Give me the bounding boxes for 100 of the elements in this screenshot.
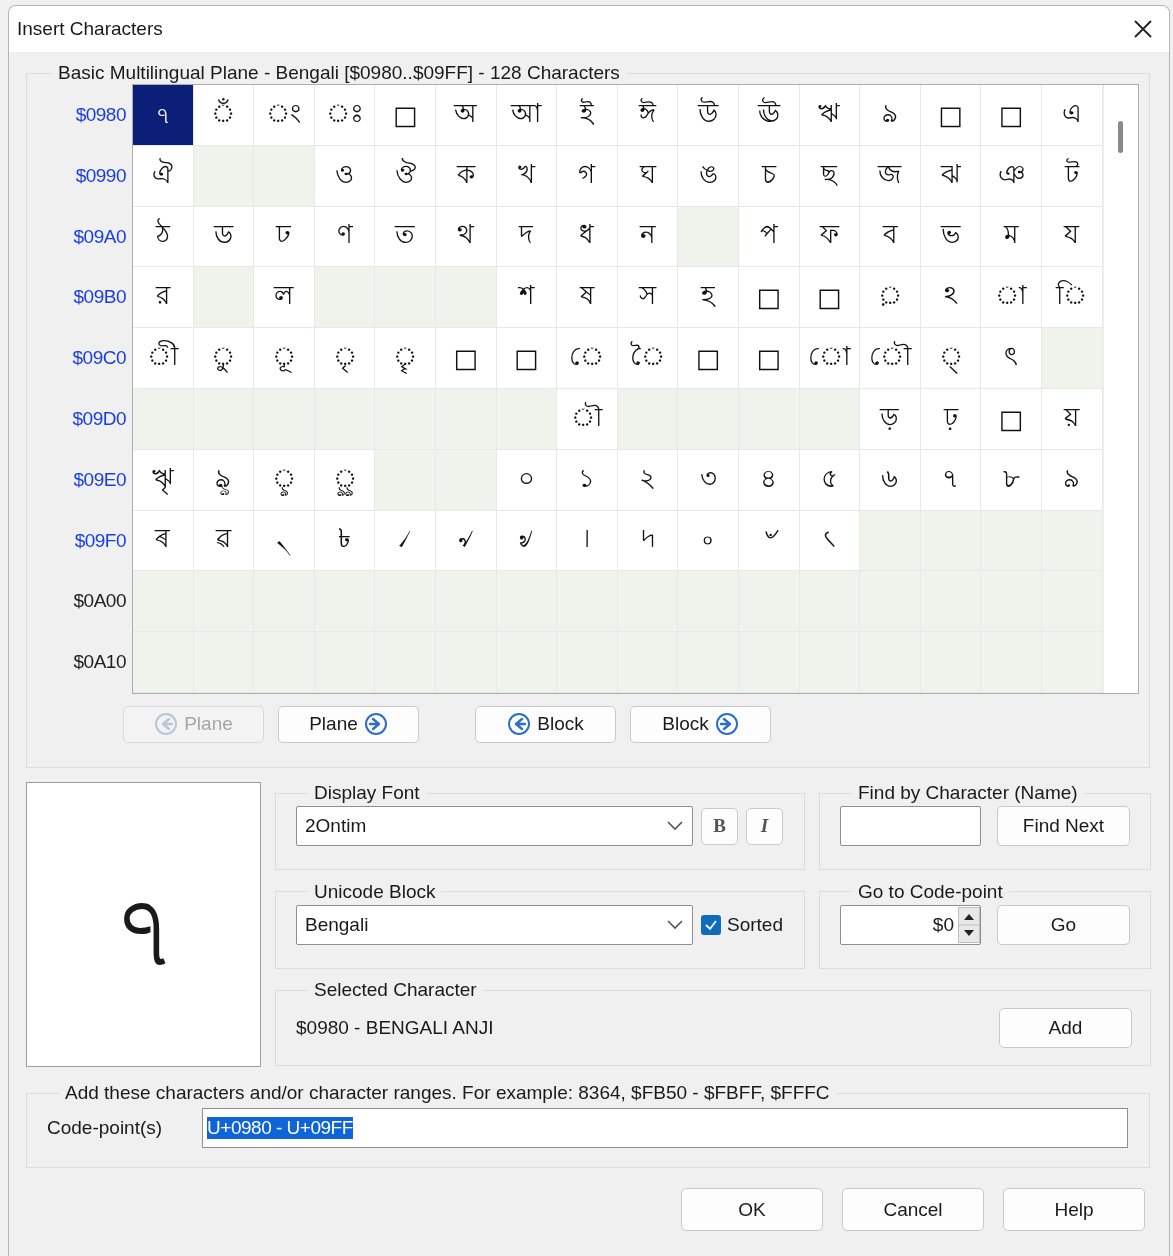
character-cell[interactable]: ঐ (133, 145, 194, 207)
character-cell[interactable]: ছ (799, 145, 861, 207)
character-cell[interactable]: □ (496, 328, 558, 389)
plane-block-nav-button[interactable]: Plane (278, 705, 419, 743)
character-cell[interactable]: ় (860, 267, 921, 329)
character-cell[interactable]: া (981, 267, 1042, 329)
character-cell[interactable]: ৠ (133, 449, 194, 511)
code-point-spin-field[interactable]: $0 (840, 904, 981, 945)
character-cell[interactable]: ঢ (254, 206, 315, 268)
character-cell[interactable]: য় (1041, 389, 1103, 450)
character-cell[interactable]: ঞ (981, 145, 1042, 207)
character-cell[interactable]: ূ (254, 328, 315, 389)
bold-button[interactable]: B (701, 807, 738, 845)
character-cell[interactable]: স (617, 267, 679, 329)
scrollbar-thumb[interactable] (1117, 121, 1123, 153)
character-cell[interactable]: ৃ (314, 328, 376, 389)
character-cell[interactable]: ী (133, 328, 194, 389)
dialog-button[interactable]: Help (1003, 1188, 1145, 1231)
character-cell[interactable]: ো (799, 328, 861, 389)
character-cell[interactable]: ও (314, 145, 376, 207)
character-cell[interactable]: উ (678, 85, 739, 146)
character-cell[interactable]: র (133, 267, 194, 329)
find-input-field[interactable] (840, 806, 981, 846)
character-cell[interactable]: ২ (617, 449, 679, 511)
character-cell[interactable]: □ (678, 328, 739, 389)
character-cell[interactable]: ঈ (617, 85, 679, 146)
character-cell[interactable]: ব (860, 206, 921, 268)
character-cell[interactable]: □ (738, 267, 800, 329)
plane-block-nav-button[interactable]: Block (630, 705, 771, 743)
character-cell[interactable]: ঙ (678, 145, 739, 207)
character-cell[interactable]: ঽ (920, 267, 982, 329)
character-cell[interactable]: □ (981, 389, 1042, 450)
character-cell[interactable]: ৮ (981, 449, 1042, 511)
character-cell[interactable]: ্ (920, 328, 982, 389)
character-cell[interactable]: ফ (799, 206, 861, 268)
character-cell[interactable]: ৈ (617, 328, 679, 389)
character-cell[interactable]: ৫ (799, 449, 861, 511)
character-cell[interactable]: ৭ (920, 449, 982, 511)
character-cell[interactable]: প (738, 206, 800, 268)
character-cell[interactable]: আ (496, 85, 558, 146)
character-cell[interactable]: ৯ (1041, 449, 1103, 511)
character-cell[interactable]: গ (557, 145, 618, 207)
character-cell[interactable]: ঊ (738, 85, 800, 146)
character-cell[interactable]: □ (920, 85, 982, 146)
character-cell[interactable]: ক (435, 145, 497, 207)
character-cell[interactable]: □ (435, 328, 497, 389)
character-cell[interactable]: ঃ (314, 85, 376, 146)
character-cell[interactable]: ৗ (557, 389, 618, 450)
character-cell[interactable]: ঘ (617, 145, 679, 207)
dialog-button[interactable]: OK (681, 1188, 823, 1231)
character-cell[interactable]: ১ (557, 449, 618, 511)
character-cell[interactable]: ঝ (920, 145, 982, 207)
character-cell[interactable]: ট (1041, 145, 1103, 207)
character-cell[interactable]: ই (557, 85, 618, 146)
character-cell[interactable]: ৪ (738, 449, 800, 511)
sorted-checkbox[interactable] (701, 914, 721, 935)
block-dropdown[interactable]: Bengali (296, 904, 693, 945)
font-dropdown[interactable]: 2Ontim (296, 806, 693, 846)
character-cell[interactable]: ঋ (799, 85, 861, 146)
character-cell[interactable]: য (1041, 206, 1103, 268)
character-cell[interactable]: ং (254, 85, 315, 146)
character-cell[interactable]: ৬ (860, 449, 921, 511)
character-cell[interactable]: ৎ (981, 328, 1042, 389)
character-cell[interactable]: □ (799, 267, 861, 329)
character-cell[interactable]: ষ (557, 267, 618, 329)
character-cell[interactable]: ভ (920, 206, 982, 268)
character-cell[interactable]: খ (496, 145, 558, 207)
code-points-input-field[interactable]: U+0980 - U+09FF (202, 1108, 1128, 1148)
character-cell[interactable]: □ (738, 328, 800, 389)
character-cell[interactable]: ম (981, 206, 1042, 268)
character-cell[interactable]: ঠ (133, 206, 194, 268)
character-cell[interactable]: ে (557, 328, 618, 389)
character-cell[interactable]: চ (738, 145, 800, 207)
character-cell[interactable]: অ (435, 85, 497, 146)
character-cell[interactable]: এ (1041, 85, 1103, 146)
character-cell[interactable]: ঔ (375, 145, 436, 207)
character-cell[interactable]: ড় (860, 389, 921, 450)
dialog-button[interactable]: Cancel (842, 1188, 984, 1231)
plane-block-nav-button[interactable]: Block (475, 705, 616, 743)
character-cell[interactable]: জ (860, 145, 921, 207)
character-cell[interactable]: ল (254, 267, 315, 329)
character-cell[interactable]: □ (981, 85, 1042, 146)
character-cell[interactable]: ঀ (133, 85, 194, 146)
character-cell[interactable]: ঁ (193, 85, 255, 146)
character-cell[interactable]: ৢ (254, 449, 315, 511)
character-cell[interactable]: ু (193, 328, 255, 389)
character-cell[interactable]: ঌ (860, 85, 921, 146)
go-button[interactable]: Go (997, 904, 1130, 945)
character-cell[interactable]: ধ (557, 206, 618, 268)
character-cell[interactable]: দ (496, 206, 558, 268)
character-cell[interactable]: ০ (496, 449, 558, 511)
character-cell[interactable]: ৌ (860, 328, 921, 389)
character-cell[interactable]: ৄ (375, 328, 436, 389)
add-button[interactable]: Add (999, 1008, 1132, 1049)
character-cell[interactable]: হ (678, 267, 739, 329)
character-cell[interactable]: □ (375, 85, 436, 146)
character-cell[interactable]: ৡ (193, 449, 255, 511)
find-next-button[interactable]: Find Next (997, 806, 1130, 846)
character-cell[interactable]: ঢ় (920, 389, 982, 450)
character-cell[interactable]: ৩ (678, 449, 739, 511)
